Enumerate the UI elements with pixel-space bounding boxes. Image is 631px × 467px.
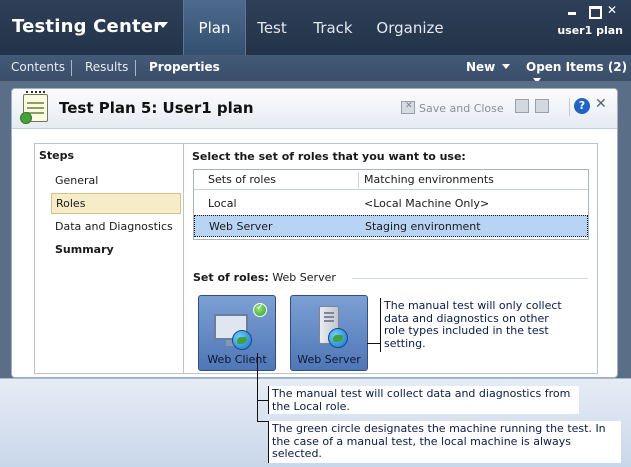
table-row[interactable]: Web Server Staging environment xyxy=(194,215,588,237)
step-general[interactable]: General xyxy=(51,170,181,191)
column-header-sets-of-roles[interactable]: Sets of roles xyxy=(208,173,276,186)
set-of-roles-label: Set of roles: Web Server xyxy=(193,271,336,284)
subnav-divider xyxy=(135,60,136,76)
check-badge-icon xyxy=(20,112,32,124)
save-and-close-label: Save and Close xyxy=(419,102,504,115)
role-tile-label: Web Server xyxy=(297,353,361,366)
sub-navigation: Contents Results Properties New Open Ite… xyxy=(0,55,631,83)
page-title: Test Plan 5: User1 plan xyxy=(59,99,254,117)
role-tile-web-client[interactable]: Web Client xyxy=(198,295,276,371)
save-and-close-button[interactable]: Save and Close xyxy=(401,101,504,115)
local-machine-green-circle-icon xyxy=(253,302,267,317)
steps-title: Steps xyxy=(39,149,75,162)
matching-environment: <Local Machine Only> xyxy=(364,197,490,210)
header-divider xyxy=(569,98,570,116)
globe-icon xyxy=(232,330,252,350)
role-sets-table: Sets of roles Matching environments Loca… xyxy=(193,169,589,240)
role-tile-web-server[interactable]: Web Server xyxy=(290,295,368,371)
close-window-icon[interactable]: ✕ xyxy=(607,4,618,17)
open-items-label: Open Items (2) xyxy=(526,60,628,74)
card-header: Test Plan 5: User1 plan Save and Close ?… xyxy=(12,89,617,129)
callout-connector xyxy=(257,353,258,422)
app-header: Testing Center Plan Test Track Organize … xyxy=(0,0,631,55)
refresh-icon[interactable] xyxy=(535,99,549,113)
app-title: Testing Center xyxy=(12,16,163,37)
column-header-matching-environments[interactable]: Matching environments xyxy=(364,173,494,186)
table-header: Sets of roles Matching environments xyxy=(194,170,588,190)
section-divider xyxy=(352,278,588,279)
roles-instruction: Select the set of roles that you want to… xyxy=(192,150,466,163)
maximize-icon[interactable] xyxy=(588,5,602,19)
tab-test[interactable]: Test xyxy=(250,0,294,55)
window-controls: ✕ xyxy=(567,4,618,19)
callout-green-circle: The green circle designates the machine … xyxy=(269,421,621,463)
step-data-and-diagnostics[interactable]: Data and Diagnostics xyxy=(51,216,181,237)
role-set-name: Web Server xyxy=(209,220,273,233)
step-roles[interactable]: Roles xyxy=(51,193,181,214)
column-divider[interactable] xyxy=(358,172,359,188)
tab-plan[interactable]: Plan xyxy=(183,0,246,55)
callout-local-role: The manual test will collect data and di… xyxy=(269,386,579,414)
set-of-roles-value: Web Server xyxy=(272,271,336,284)
subnav-properties[interactable]: Properties xyxy=(149,60,220,74)
app-menu-chevron-down-icon[interactable] xyxy=(158,22,168,28)
user-label: user1 plan xyxy=(557,24,623,37)
steps-panel: Steps General Roles Data and Diagnostics… xyxy=(34,143,184,374)
matching-environment: Staging environment xyxy=(365,220,481,233)
subnav-results[interactable]: Results xyxy=(85,60,128,74)
step-summary[interactable]: Summary xyxy=(51,239,181,260)
callout-connector xyxy=(367,343,381,344)
role-set-name: Local xyxy=(208,197,237,210)
tab-organize[interactable]: Organize xyxy=(374,0,446,55)
save-icon[interactable] xyxy=(515,99,529,113)
chevron-down-icon xyxy=(502,64,511,69)
minimize-icon[interactable] xyxy=(567,5,578,17)
role-tile-label: Web Client xyxy=(207,353,267,366)
new-menu-button[interactable]: New xyxy=(466,60,511,74)
set-of-roles-caption: Set of roles: xyxy=(193,271,269,284)
close-icon[interactable]: ✕ xyxy=(595,96,607,112)
tab-track[interactable]: Track xyxy=(308,0,358,55)
save-close-icon xyxy=(401,101,415,114)
help-icon[interactable]: ? xyxy=(574,98,590,114)
subnav-contents[interactable]: Contents xyxy=(11,60,65,74)
new-menu-label: New xyxy=(466,60,496,74)
test-plan-icon xyxy=(20,91,48,124)
subnav-divider xyxy=(71,60,72,76)
globe-icon xyxy=(328,328,348,348)
table-row[interactable]: Local <Local Machine Only> xyxy=(194,193,588,215)
callout-other-roles: The manual test will only collect data a… xyxy=(381,298,566,352)
